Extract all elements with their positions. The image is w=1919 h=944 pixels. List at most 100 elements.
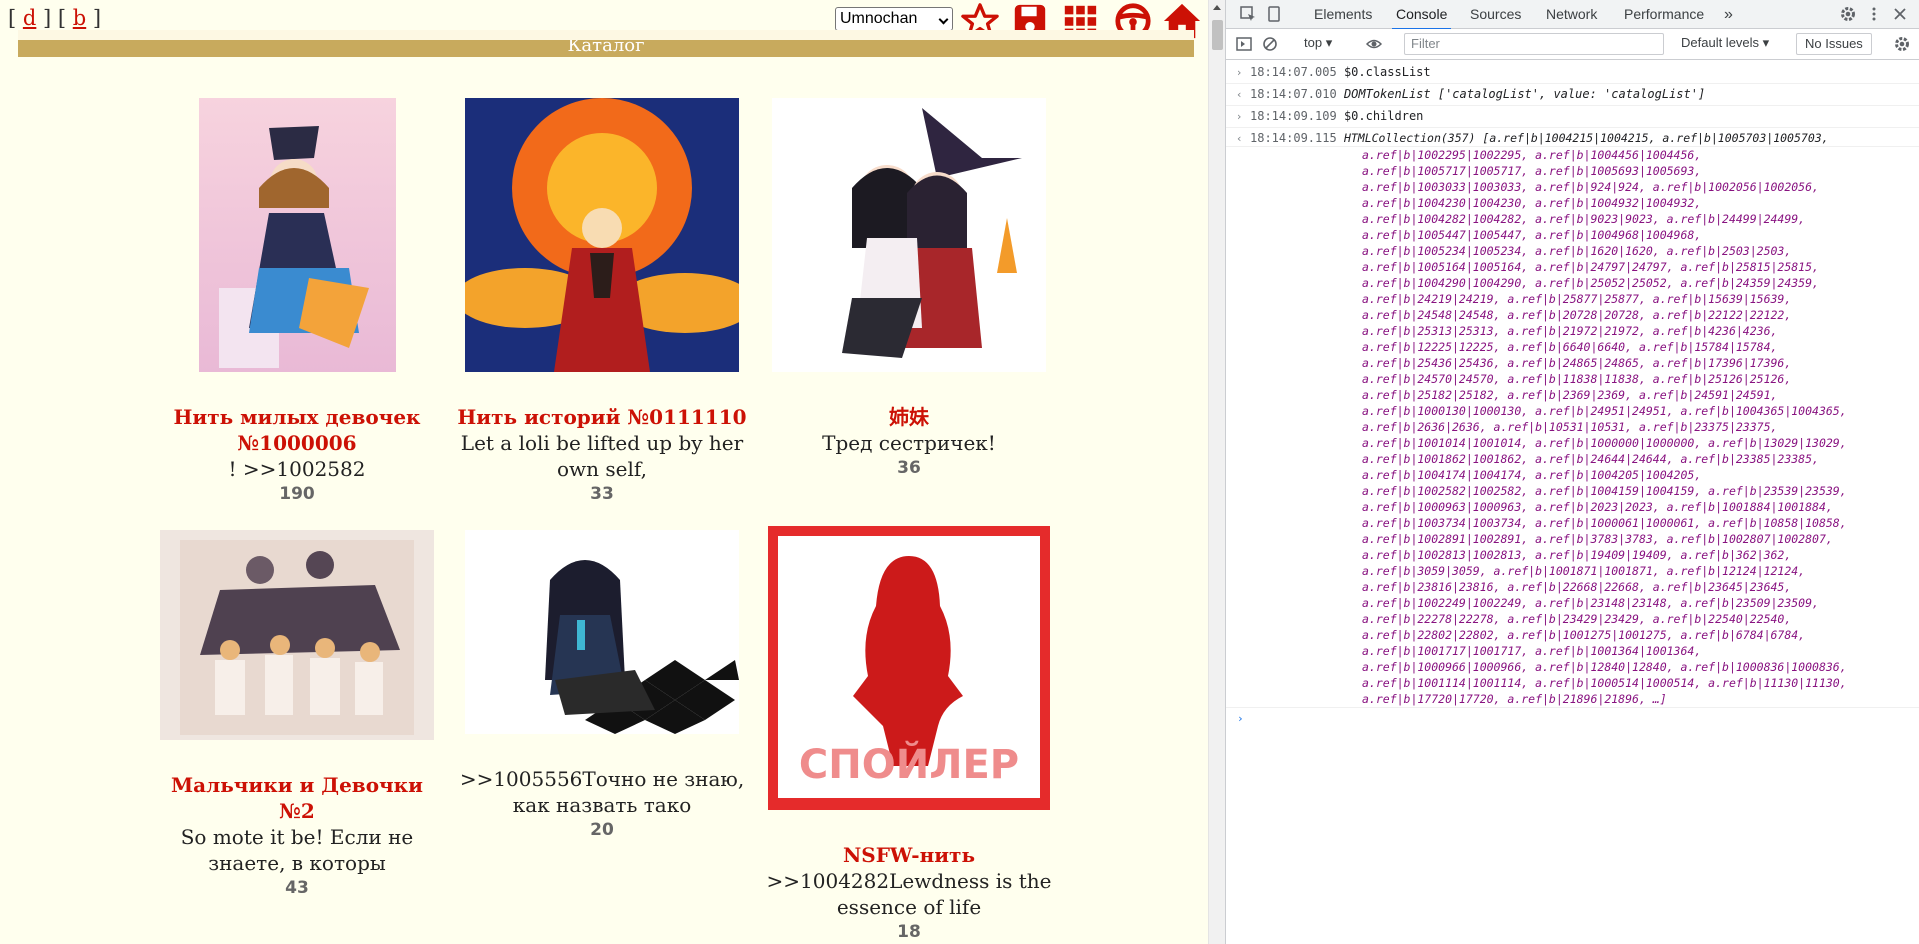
spoiler-thumbnail: СПОЙЛЕР — [768, 526, 1050, 810]
console-log: › 18:14:07.005 $0.classList ‹ 18:14:07.0… — [1226, 60, 1919, 726]
collection-line: a.ref|b|1001862|1001862, a.ref|b|24644|2… — [1362, 452, 1819, 466]
issues-button[interactable]: No Issues — [1796, 33, 1872, 55]
gear-icon[interactable] — [1840, 6, 1856, 22]
thread-subject[interactable]: 姉妹 — [764, 404, 1054, 430]
log-levels-dropdown[interactable]: Default levels ▾ — [1681, 35, 1769, 51]
collection-line: a.ref|b|1001114|1001114, a.ref|b|1000514… — [1362, 676, 1847, 690]
collection-line: a.ref|b|1004290|1004290, a.ref|b|25052|2… — [1362, 276, 1819, 290]
collection-line: a.ref|b|1002813|1002813, a.ref|b|19409|1… — [1362, 548, 1792, 562]
more-tabs-button[interactable]: » — [1724, 0, 1733, 29]
scrollbar-thumb[interactable] — [1212, 20, 1223, 50]
thread-post-count: 20 — [590, 820, 614, 840]
nav-bracket: ] — [86, 6, 102, 30]
console-filter-input[interactable]: Filter — [1404, 33, 1664, 55]
collection-line: a.ref|b|1004174|1004174, a.ref|b|1004205… — [1362, 468, 1702, 482]
thread-thumbnail[interactable] — [465, 98, 739, 372]
console-timestamp: 18:14:07.010 — [1250, 87, 1337, 101]
board-page: [ d ] [ b ] Umnochan Каталог Нить милых … — [0, 0, 1208, 944]
collection-line: a.ref|b|1002249|1002249, a.ref|b|23148|2… — [1362, 596, 1819, 610]
console-timestamp: 18:14:07.005 — [1250, 65, 1337, 79]
catalog-thread[interactable]: 姉妹 Тред сестричек! 36 — [764, 98, 1054, 480]
console-settings-icon[interactable] — [1894, 36, 1910, 52]
board-select[interactable]: Umnochan — [835, 7, 953, 31]
console-output-row[interactable]: ‹ 18:14:07.010 DOMTokenList ['catalogLis… — [1226, 84, 1919, 106]
collection-line: a.ref|b|24548|24548, a.ref|b|20728|20728… — [1362, 308, 1792, 322]
thumbnail-image — [160, 530, 434, 740]
thread-subject[interactable]: Нить историй №0111110 — [457, 404, 747, 430]
thumbnail-image — [465, 98, 739, 372]
collection-line: a.ref|b|24219|24219, a.ref|b|25877|25877… — [1362, 292, 1792, 306]
collection-line: a.ref|b|25436|25436, a.ref|b|24865|24865… — [1362, 356, 1792, 370]
thumbnail-image — [772, 98, 1046, 372]
thread-thumbnail-spoiler[interactable]: СПОЙЛЕР — [768, 526, 1050, 810]
board-select-value: Umnochan — [840, 10, 918, 27]
board-nav: [ d ] [ b ] — [8, 6, 101, 30]
console-timestamp: 18:14:09.109 — [1250, 109, 1337, 123]
console-output-row[interactable]: ‹ 18:14:09.115 HTMLCollection(357) [a.re… — [1226, 128, 1919, 147]
collection-line: a.ref|b|1004282|1004282, a.ref|b|9023|90… — [1362, 212, 1806, 226]
thread-thumbnail[interactable] — [198, 98, 396, 372]
htmlcollection-list[interactable]: a.ref|b|1002295|1002295, a.ref|b|1004456… — [1226, 147, 1919, 707]
collection-line: a.ref|b|3059|3059, a.ref|b|1001871|10018… — [1362, 564, 1806, 578]
collection-line: a.ref|b|1000130|1000130, a.ref|b|24951|2… — [1362, 404, 1847, 418]
more-options-icon[interactable] — [1866, 6, 1882, 22]
thread-comment: >>1004282Lewdness is the essence of life — [766, 869, 1052, 919]
collection-line: a.ref|b|1005447|1005447, a.ref|b|1004968… — [1362, 228, 1702, 242]
nav-link-d[interactable]: d — [23, 6, 36, 30]
nav-bracket: ] [ — [36, 6, 73, 30]
collection-line: a.ref|b|1005717|1005717, a.ref|b|1005693… — [1362, 164, 1702, 178]
collection-line: a.ref|b|1002891|1002891, a.ref|b|3783|37… — [1362, 532, 1833, 546]
scroll-up-icon[interactable] — [1213, 5, 1221, 10]
collection-line: a.ref|b|24570|24570, a.ref|b|11838|11838… — [1362, 372, 1792, 386]
console-result[interactable]: HTMLCollection(357) [a.ref|b|1004215|100… — [1344, 131, 1829, 145]
thread-thumbnail[interactable] — [465, 530, 739, 734]
console-result[interactable]: DOMTokenList ['catalogList', value: 'cat… — [1344, 87, 1705, 101]
tab-network[interactable]: Network — [1546, 0, 1597, 29]
thread-post-count: 36 — [897, 458, 921, 478]
catalog-thread[interactable]: СПОЙЛЕР NSFW-нить >>1004282Lewdness is t… — [764, 526, 1054, 944]
nav-link-b[interactable]: b — [73, 6, 86, 30]
collection-line: a.ref|b|1001717|1001717, a.ref|b|1001364… — [1362, 644, 1702, 658]
tab-performance[interactable]: Performance — [1624, 0, 1704, 29]
tab-console[interactable]: Console — [1391, 0, 1452, 30]
thread-post-count: 33 — [590, 484, 614, 504]
collection-line: a.ref|b|1000963|1000963, a.ref|b|2023|20… — [1362, 500, 1833, 514]
context-selector[interactable]: top ▾ — [1304, 35, 1332, 51]
catalog-thread[interactable]: Мальчики и Девочки №2 So mote it be! Есл… — [152, 530, 442, 900]
clear-console-icon[interactable] — [1262, 36, 1278, 52]
catalog-thread[interactable]: >>1005556Точно не знаю, как назвать тако… — [457, 530, 747, 842]
console-command: $0.classList — [1343, 65, 1431, 79]
thread-subject[interactable]: NSFW-нить — [764, 842, 1054, 868]
tab-sources[interactable]: Sources — [1470, 0, 1521, 29]
collection-line: a.ref|b|1003033|1003033, a.ref|b|924|924… — [1362, 180, 1819, 194]
thread-subject[interactable]: Нить милых девочек №1000006 — [152, 404, 442, 456]
device-toolbar-icon[interactable] — [1266, 6, 1282, 22]
collection-line: a.ref|b|25313|25313, a.ref|b|21972|21972… — [1362, 324, 1778, 338]
thread-post-count: 190 — [279, 484, 315, 504]
collection-line: a.ref|b|1005164|1005164, a.ref|b|24797|2… — [1362, 260, 1819, 274]
collection-line: a.ref|b|1003734|1003734, a.ref|b|1000061… — [1362, 516, 1847, 530]
catalog-thread[interactable]: Нить историй №0111110 Let a loli be lift… — [457, 98, 747, 506]
console-prompt[interactable]: › — [1226, 707, 1919, 726]
collection-line: a.ref|b|12225|12225, a.ref|b|6640|6640, … — [1362, 340, 1778, 354]
devtools-tabbar: Elements Console Sources Network Perform… — [1226, 0, 1919, 30]
nav-bracket: [ — [8, 6, 23, 30]
thread-thumbnail[interactable] — [160, 530, 434, 740]
devtools-panel: Elements Console Sources Network Perform… — [1225, 0, 1919, 944]
thread-subject[interactable]: Мальчики и Девочки №2 — [152, 772, 442, 824]
collection-line: a.ref|b|22278|22278, a.ref|b|23429|23429… — [1362, 612, 1792, 626]
thread-comment: ! >>1002582 — [228, 457, 366, 481]
close-icon[interactable] — [1892, 6, 1908, 22]
collection-line: a.ref|b|23816|23816, a.ref|b|22668|22668… — [1362, 580, 1792, 594]
thread-thumbnail[interactable] — [772, 98, 1046, 372]
thread-comment: So mote it be! Если не знаете, в которы — [180, 825, 414, 875]
sidebar-toggle-icon[interactable] — [1236, 36, 1252, 52]
inspect-element-icon[interactable] — [1240, 6, 1256, 22]
eye-icon[interactable] — [1366, 36, 1382, 52]
page-scrollbar[interactable] — [1208, 0, 1225, 944]
tab-elements[interactable]: Elements — [1314, 0, 1372, 29]
thread-comment: Let a loli be lifted up by her own self, — [460, 431, 744, 481]
catalog-thread[interactable]: Нить милых девочек №1000006 ! >>1002582 … — [152, 98, 442, 506]
collection-line: a.ref|b|2636|2636, a.ref|b|10531|10531, … — [1362, 420, 1778, 434]
console-input-row: › 18:14:09.109 $0.children — [1226, 106, 1919, 128]
